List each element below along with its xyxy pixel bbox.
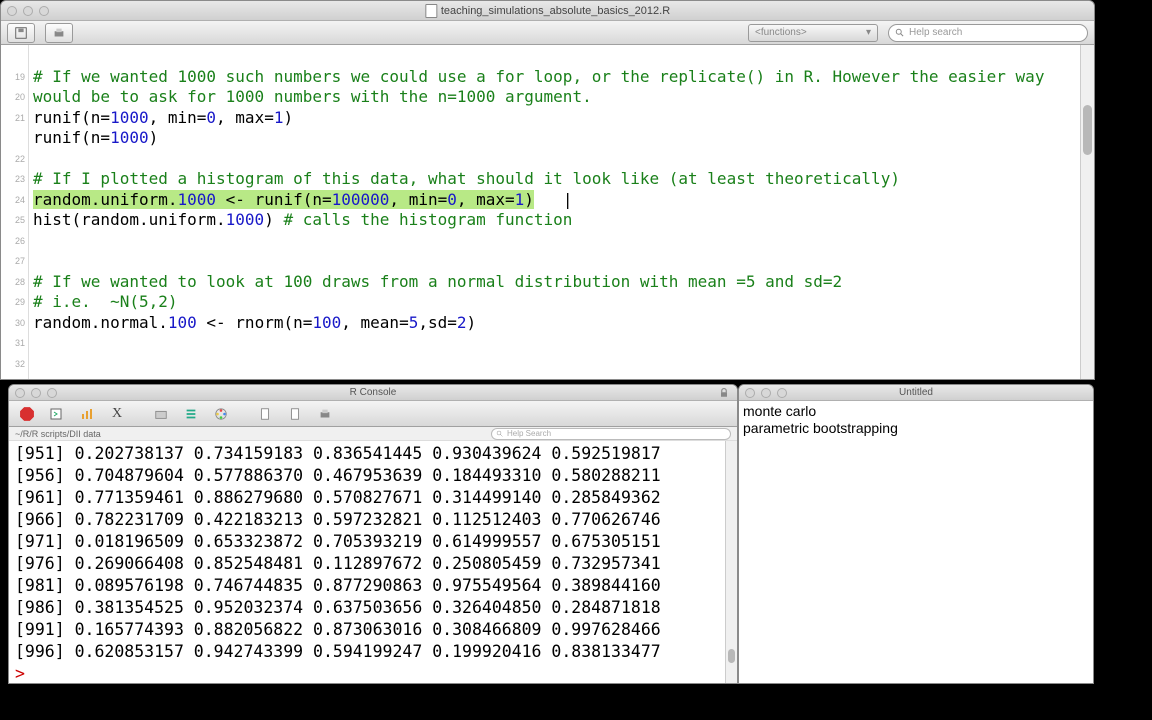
zoom-icon[interactable] [777, 388, 787, 398]
palette-icon [214, 407, 228, 421]
floppy-icon [14, 26, 28, 40]
source-button[interactable] [45, 404, 69, 424]
editor-window: teaching_simulations_absolute_basics_201… [0, 0, 1095, 380]
console-title: R Console [350, 387, 397, 398]
editor-toolbar: <functions> ▾ Help search [1, 21, 1094, 45]
bar-chart-icon [79, 406, 95, 422]
window-title: teaching_simulations_absolute_basics_201… [425, 4, 670, 18]
printer-icon [318, 407, 332, 421]
minimize-icon[interactable] [761, 388, 771, 398]
list-button[interactable] [179, 404, 203, 424]
close-icon[interactable] [15, 388, 25, 398]
close-icon[interactable] [745, 388, 755, 398]
search-icon [895, 28, 905, 38]
window-controls [15, 388, 57, 398]
scrollbar-thumb[interactable] [1083, 105, 1092, 155]
close-icon[interactable] [7, 6, 17, 16]
scrollbar-thumb[interactable] [728, 649, 735, 663]
functions-dropdown[interactable]: <functions> ▾ [748, 24, 878, 42]
editor-body: 192021 2223242526272829303132 # min sets… [1, 45, 1094, 379]
chevron-down-icon: ▾ [866, 27, 871, 38]
notes-titlebar: Untitled [739, 385, 1093, 401]
console-breadcrumb: ~/R/R scripts/DII data Help Search [9, 427, 737, 441]
help-search-input[interactable]: Help search [888, 24, 1088, 42]
stop-button[interactable] [15, 404, 39, 424]
stop-icon [17, 404, 37, 424]
document-icon [288, 407, 302, 421]
search-icon [496, 430, 504, 438]
print-button[interactable] [45, 23, 73, 43]
zoom-icon[interactable] [47, 388, 57, 398]
color-button[interactable] [209, 404, 233, 424]
zoom-icon[interactable] [39, 6, 49, 16]
x11-button[interactable]: X [105, 404, 129, 424]
editor-titlebar: teaching_simulations_absolute_basics_201… [1, 1, 1094, 21]
printer-icon [52, 26, 66, 40]
breadcrumb-path[interactable]: ~/R/R scripts/DII data [15, 429, 101, 439]
minimize-icon[interactable] [31, 388, 41, 398]
document-icon [425, 4, 437, 18]
minimize-icon[interactable] [23, 6, 33, 16]
help-placeholder: Help Search [507, 429, 551, 438]
functions-label: <functions> [755, 27, 807, 38]
console-window: R Console X ~/R/R scripts/DII data Help … [8, 384, 738, 684]
chart-button[interactable] [75, 404, 99, 424]
save-button[interactable] [7, 23, 35, 43]
notes-title: Untitled [899, 387, 933, 398]
notes-text-area[interactable]: monte carloparametric bootstrapping [739, 401, 1093, 439]
console-titlebar: R Console [9, 385, 737, 401]
open-button[interactable] [149, 404, 173, 424]
editor-scrollbar[interactable] [1080, 45, 1094, 379]
console-output[interactable]: [951] 0.202738137 0.734159183 0.83654144… [9, 441, 737, 687]
folder-icon [154, 407, 168, 421]
list-icon [184, 407, 198, 421]
new-doc2-button[interactable] [283, 404, 307, 424]
console-help-search[interactable]: Help Search [491, 428, 731, 440]
window-controls [745, 388, 787, 398]
line-gutter: 192021 2223242526272829303132 [1, 45, 29, 379]
print-button[interactable] [313, 404, 337, 424]
lock-icon[interactable] [717, 386, 731, 400]
console-toolbar: X [9, 401, 737, 427]
console-scrollbar[interactable] [725, 441, 737, 683]
document-icon [258, 407, 272, 421]
window-controls [7, 6, 49, 16]
new-doc-button[interactable] [253, 404, 277, 424]
notes-window: Untitled monte carloparametric bootstrap… [738, 384, 1094, 684]
filename-label: teaching_simulations_absolute_basics_201… [441, 5, 670, 17]
search-placeholder: Help search [909, 27, 962, 38]
run-icon [49, 406, 65, 422]
code-area[interactable]: # min sets lowest, max sets highest poss… [29, 45, 1094, 379]
